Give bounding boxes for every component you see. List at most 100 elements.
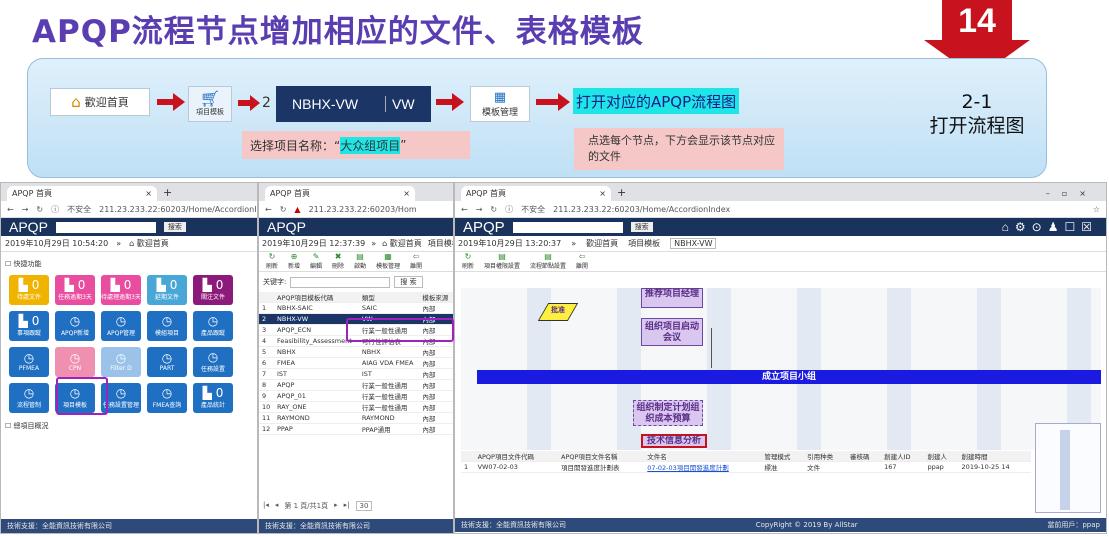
reload-icon[interactable]: ↻ bbox=[280, 205, 287, 214]
toolbar-button[interactable]: ↻ 刷新 bbox=[261, 252, 283, 271]
back-icon[interactable]: ← bbox=[265, 205, 272, 214]
toolbar-button[interactable]: ▤ 啟動 bbox=[349, 252, 371, 271]
quick-tile[interactable]: ◷ 流程管制 bbox=[9, 383, 49, 413]
flow-minimap[interactable] bbox=[1035, 423, 1101, 513]
quick-tile[interactable]: ▙ 0 產品統計 bbox=[193, 383, 233, 413]
column-header[interactable]: 創建時間 bbox=[958, 451, 1031, 462]
table-row[interactable]: 10 RAY_ONE 行業一般性通用 內部 bbox=[259, 401, 453, 413]
url-text[interactable]: 211.23.233.22:60203/Home/AccordionInd bbox=[99, 205, 257, 214]
last-page-icon[interactable]: ▸| bbox=[344, 501, 350, 511]
reload-icon[interactable]: ↻ bbox=[490, 205, 497, 214]
toolbar-button[interactable]: ⇦ 離開 bbox=[405, 252, 427, 271]
template-tab[interactable]: 項目模板 bbox=[428, 238, 453, 249]
column-header[interactable]: 審核碼 bbox=[846, 451, 882, 462]
reload-icon[interactable]: ↻ bbox=[36, 205, 43, 214]
page-size-select[interactable]: 30 bbox=[355, 501, 373, 511]
column-header[interactable]: 創建人ID bbox=[881, 451, 925, 462]
quick-tile[interactable]: ◷ FMEA查詢 bbox=[147, 383, 187, 413]
column-header[interactable]: 創建人 bbox=[924, 451, 959, 462]
url-text[interactable]: 211.23.233.22:60203/Hom bbox=[309, 205, 417, 214]
table-row[interactable]: 11 RAYMOND RAYMOND 內部 bbox=[259, 412, 453, 424]
table-row[interactable]: 1 VW07-02-03 項目開發進度計劃表 07-02-03項目開發進度計劃 標准 文件… bbox=[461, 461, 1031, 473]
url-text[interactable]: 211.23.233.22:60203/Home/AccordionIndex bbox=[553, 205, 730, 214]
quick-tile[interactable]: ◷ PART bbox=[147, 347, 187, 377]
search-input[interactable] bbox=[512, 221, 623, 233]
search-button[interactable]: 搜索 bbox=[163, 222, 186, 232]
flow-banner-team[interactable]: 成立项目小组 bbox=[477, 370, 1101, 384]
quick-tile[interactable]: ◷ PFMEA bbox=[9, 347, 49, 377]
star-icon[interactable]: ☆ bbox=[1093, 205, 1100, 214]
column-header[interactable]: 文件名 bbox=[644, 451, 762, 462]
back-icon[interactable]: ← bbox=[7, 205, 14, 214]
table-row[interactable]: 5 NBHX NBHX 內部 bbox=[259, 346, 453, 358]
toolbar-button[interactable]: ▦ 模板管理 bbox=[371, 252, 405, 271]
quick-tile[interactable]: ◷ 任務設置 bbox=[193, 347, 233, 377]
toolbar-button[interactable]: ▤ 流程節點設置 bbox=[525, 252, 571, 271]
keyword-input[interactable] bbox=[290, 276, 391, 288]
tab-home[interactable]: 歡迎首頁 bbox=[586, 238, 618, 249]
forward-icon[interactable]: → bbox=[22, 205, 29, 214]
new-tab-icon[interactable]: + bbox=[611, 186, 632, 201]
new-tab-icon[interactable]: + bbox=[157, 186, 178, 201]
close-icon[interactable]: × bbox=[599, 189, 606, 198]
toolbar-button[interactable]: ✖ 刪除 bbox=[327, 252, 349, 271]
home-tab[interactable]: ⌂ 歡迎首頁 bbox=[382, 238, 422, 249]
tab-nbhx-vw[interactable]: NBHX-VW bbox=[670, 238, 717, 249]
flow-node-tech-analysis[interactable]: 技术信息分析 bbox=[641, 434, 707, 448]
tabs-scroll-icon[interactable]: » bbox=[371, 239, 376, 248]
toolbar-button[interactable]: ⊕ 新增 bbox=[283, 252, 305, 271]
close-icon[interactable]: × bbox=[403, 189, 410, 198]
forward-icon[interactable]: → bbox=[476, 205, 483, 214]
search-button[interactable]: 搜索 bbox=[630, 222, 653, 232]
search-button[interactable]: 搜 索 bbox=[394, 276, 423, 288]
column-header[interactable]: APQP項目文件名稱 bbox=[558, 451, 645, 462]
table-row[interactable]: 12 PPAP PPAP通用 內部 bbox=[259, 423, 453, 435]
table-row[interactable]: 6 FMEA AIAG VDA FMEA 內部 bbox=[259, 357, 453, 369]
quick-tile[interactable]: ▙ 0 關注文件 bbox=[193, 275, 233, 305]
first-page-icon[interactable]: |◂ bbox=[263, 501, 269, 511]
toolbar-button[interactable]: ↻ 刷新 bbox=[457, 252, 479, 271]
tabs-scroll-icon[interactable]: » bbox=[571, 239, 576, 248]
browser-tab[interactable]: APQP 首頁 × bbox=[265, 186, 415, 201]
column-header[interactable]: APQP項目模板代碼 bbox=[274, 292, 359, 303]
quick-tile[interactable]: ▙ 0 待處文件 bbox=[9, 275, 49, 305]
home-tab[interactable]: ⌂ 歡迎首頁 bbox=[129, 238, 169, 249]
close-icon[interactable]: × bbox=[145, 189, 152, 198]
table-row[interactable]: 8 APQP 行業一般性通用 內部 bbox=[259, 379, 453, 391]
quick-tile[interactable]: ▙ 0 待處理逾期3天 bbox=[101, 275, 141, 305]
prev-page-icon[interactable]: ◂ bbox=[275, 501, 279, 511]
quick-tile[interactable]: ◷ APQP新增 bbox=[55, 311, 95, 341]
column-header[interactable]: 引用种类 bbox=[804, 451, 847, 462]
tab-templates[interactable]: 項目模板 bbox=[628, 238, 660, 249]
table-row[interactable]: 9 APQP_01 行業一般性通用 內部 bbox=[259, 390, 453, 402]
flow-node-recommend-pm[interactable]: 推荐项目经理 bbox=[641, 288, 703, 308]
header-icons[interactable]: ⌂⚙⊙♟☐☒ bbox=[1002, 220, 1098, 234]
back-icon[interactable]: ← bbox=[461, 205, 468, 214]
column-header[interactable]: 模板來源 bbox=[419, 292, 453, 303]
quick-tile[interactable]: ◷ CPN bbox=[55, 347, 95, 377]
flow-node-plan-budget[interactable]: 组织制定计划组织成本预算 bbox=[633, 400, 703, 426]
column-header[interactable]: 管理模式 bbox=[761, 451, 805, 462]
column-header[interactable] bbox=[259, 292, 274, 303]
table-row[interactable]: 7 IST IST 內部 bbox=[259, 368, 453, 380]
flow-diamond-approve[interactable]: 批准 bbox=[541, 305, 575, 315]
tabs-scroll-icon[interactable]: » bbox=[116, 239, 121, 248]
toolbar-button[interactable]: ▤ 項目權限設置 bbox=[479, 252, 525, 271]
search-input[interactable] bbox=[55, 221, 156, 233]
quick-tile[interactable]: ◷ APQP管理 bbox=[101, 311, 141, 341]
browser-tab[interactable]: APQP 首頁 × bbox=[461, 186, 611, 201]
quick-tile[interactable]: ▙ 0 延期文件 bbox=[147, 275, 187, 305]
flow-node-kickoff[interactable]: 组织项目启动会议 bbox=[641, 318, 703, 346]
next-page-icon[interactable]: ▸ bbox=[334, 501, 338, 511]
column-header[interactable] bbox=[461, 451, 475, 462]
table-cell[interactable]: 07-02-03項目開發進度計劃 bbox=[644, 461, 762, 473]
window-controls-icon[interactable]: –▫× bbox=[1038, 189, 1106, 201]
toolbar-button[interactable]: ✎ 編輯 bbox=[305, 252, 327, 271]
column-header[interactable]: APQP項目文件代碼 bbox=[474, 451, 559, 462]
quick-tile[interactable]: ▙ 0 任務逾期3天 bbox=[55, 275, 95, 305]
quick-tile[interactable]: ◷ 模組項目 bbox=[147, 311, 187, 341]
quick-tile[interactable]: ▙ 0 事項跟蹤 bbox=[9, 311, 49, 341]
table-row[interactable]: 1 NBHX-SAIC SAIC 內部 bbox=[259, 302, 453, 314]
quick-tile[interactable]: ◷ 產品跟蹤 bbox=[193, 311, 233, 341]
toolbar-button[interactable]: ⇦ 離開 bbox=[571, 252, 593, 271]
